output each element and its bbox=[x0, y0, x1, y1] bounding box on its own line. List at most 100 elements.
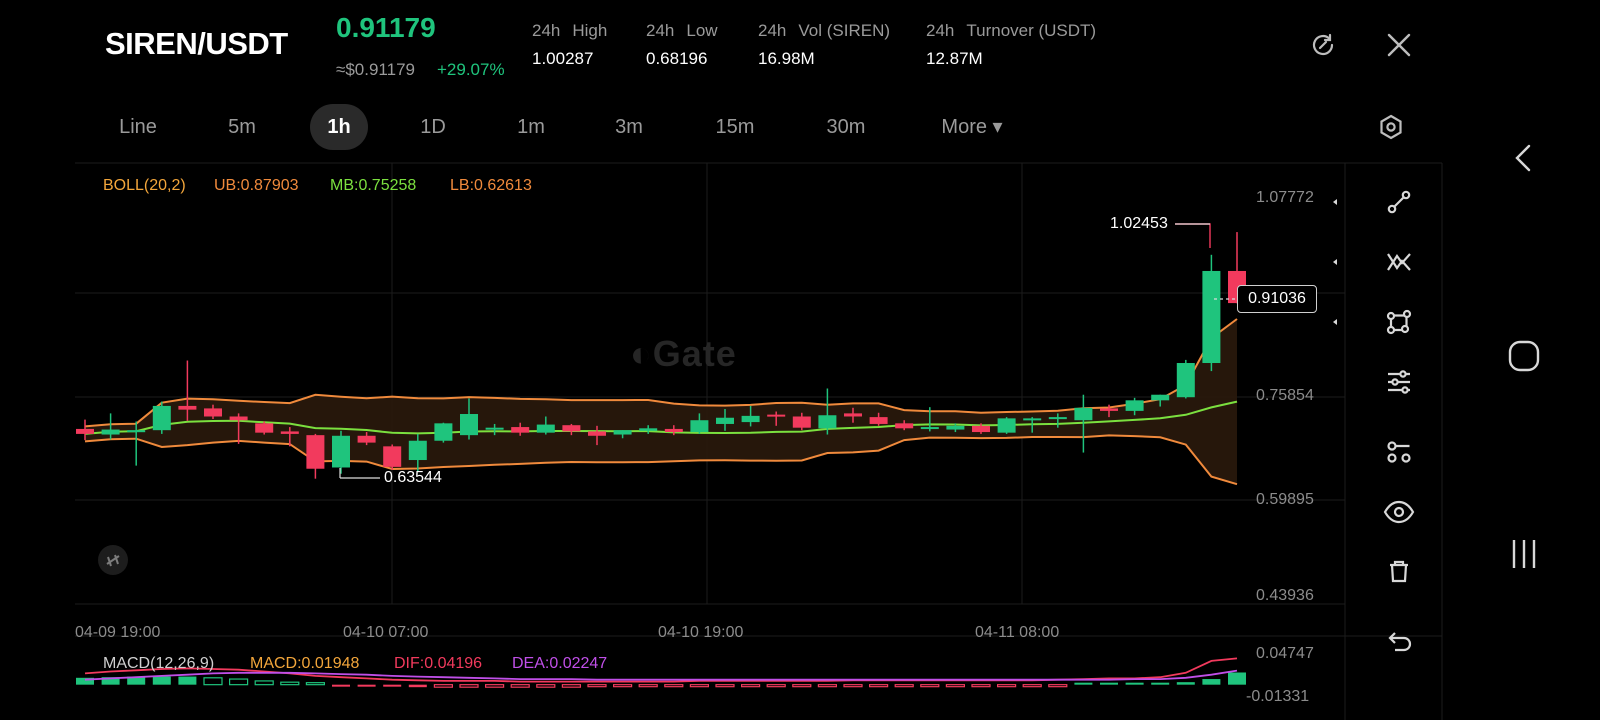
macd-bar bbox=[1125, 682, 1144, 685]
candle-body bbox=[460, 414, 478, 436]
candle-body bbox=[741, 415, 760, 423]
dif-value: DIF:0.04196 bbox=[394, 655, 483, 672]
macd-bar bbox=[638, 684, 658, 688]
candle-body bbox=[664, 428, 683, 433]
multi-line-icon[interactable] bbox=[1379, 242, 1419, 282]
macd-bar bbox=[817, 684, 838, 688]
macd-bar bbox=[792, 684, 812, 688]
candle-body bbox=[844, 413, 862, 417]
macd-bar bbox=[1151, 682, 1170, 685]
time-tick: 04-09 19:00 bbox=[75, 624, 161, 641]
candlestick-chart[interactable] bbox=[0, 0, 1600, 720]
candle-body bbox=[972, 425, 990, 433]
candle-body bbox=[869, 417, 888, 424]
candle-body bbox=[204, 408, 222, 417]
macd-bar bbox=[868, 684, 889, 688]
macd-bar bbox=[1176, 682, 1195, 685]
candle-body bbox=[895, 423, 914, 429]
price-tick: 0.43936 bbox=[1256, 587, 1314, 604]
candle-body bbox=[1151, 394, 1170, 401]
candle-body bbox=[792, 416, 811, 428]
candle-body bbox=[1048, 417, 1067, 420]
time-tick: 04-10 19:00 bbox=[658, 624, 744, 641]
candle-body bbox=[1074, 407, 1093, 421]
candle-body bbox=[511, 427, 530, 433]
trend-line-icon[interactable] bbox=[1355, 182, 1419, 222]
candle bbox=[332, 430, 350, 474]
time-tick: 04-11 08:00 bbox=[975, 624, 1060, 641]
macd-bar bbox=[459, 684, 479, 688]
price-tick: 0.59895 bbox=[1256, 491, 1314, 508]
candle-body bbox=[1100, 408, 1118, 411]
candle bbox=[434, 422, 453, 443]
macd-bar bbox=[561, 684, 582, 688]
macd-bar bbox=[1048, 684, 1068, 688]
candle-body bbox=[818, 415, 837, 429]
price-tick: 1.07772 bbox=[1256, 189, 1314, 206]
macd-bar bbox=[1228, 672, 1246, 685]
last-price-label[interactable]: 0.91036 bbox=[1237, 285, 1317, 313]
back-icon[interactable] bbox=[1506, 140, 1542, 176]
macd-bar bbox=[1100, 682, 1118, 685]
candle-body bbox=[178, 405, 197, 410]
candle-body bbox=[588, 431, 606, 436]
trash-icon[interactable] bbox=[1379, 552, 1419, 592]
macd-bar bbox=[536, 684, 556, 688]
candle-body bbox=[101, 429, 120, 435]
candle bbox=[1176, 359, 1195, 399]
candle-body bbox=[946, 425, 965, 430]
macd-bar bbox=[612, 684, 633, 688]
candle-body bbox=[1125, 400, 1144, 411]
macd-bar bbox=[383, 684, 402, 687]
candle-body bbox=[536, 424, 555, 433]
candle-body bbox=[639, 428, 658, 431]
sliders-icon[interactable] bbox=[1379, 362, 1419, 402]
macd-bar bbox=[254, 680, 274, 686]
candle-body bbox=[690, 420, 709, 433]
candle-body bbox=[1176, 363, 1195, 398]
candle-body bbox=[997, 418, 1016, 433]
macd-tick: -0.01331 bbox=[1246, 688, 1310, 705]
macd-bar bbox=[971, 684, 991, 688]
candle-body bbox=[1202, 270, 1221, 364]
macd-bar bbox=[587, 684, 607, 688]
macd-bar bbox=[152, 676, 171, 685]
boll-ub: UB:0.87903 bbox=[214, 177, 299, 194]
macd-bar bbox=[305, 682, 325, 686]
candle-body bbox=[255, 423, 274, 433]
candle-body bbox=[408, 440, 427, 461]
candle-body bbox=[357, 435, 376, 443]
macd-name: MACD(12,26,9) bbox=[103, 655, 215, 672]
candle-body bbox=[485, 427, 504, 430]
candle bbox=[152, 401, 171, 434]
macd-bar bbox=[1022, 684, 1042, 688]
candle-body bbox=[383, 446, 402, 467]
price-tick: 0.75854 bbox=[1256, 387, 1314, 404]
candle bbox=[997, 417, 1016, 434]
boll-mb: MB:0.75258 bbox=[330, 177, 417, 194]
macd-bar bbox=[332, 684, 350, 687]
candle-body bbox=[562, 425, 581, 432]
macd-bar bbox=[229, 678, 249, 686]
eye-icon[interactable] bbox=[1379, 492, 1419, 532]
macd-bar bbox=[894, 684, 914, 688]
recents-icon[interactable] bbox=[1506, 536, 1542, 572]
macd-bar bbox=[280, 681, 300, 686]
macd-bar bbox=[715, 684, 735, 688]
undo-icon[interactable] bbox=[1379, 622, 1419, 662]
candle bbox=[306, 433, 325, 479]
macd-bar bbox=[920, 684, 940, 688]
home-icon[interactable] bbox=[1506, 338, 1542, 374]
candle-body bbox=[767, 414, 786, 417]
macd-bar bbox=[740, 684, 761, 688]
indicator-icon[interactable] bbox=[1379, 432, 1419, 472]
candle-body bbox=[280, 431, 299, 434]
candle-body bbox=[434, 423, 453, 441]
macd-bar bbox=[766, 684, 786, 688]
macd-bar bbox=[996, 684, 1017, 688]
macd-bar bbox=[945, 684, 966, 688]
reset-view-icon[interactable] bbox=[98, 545, 128, 575]
boll-name: BOLL(20,2) bbox=[103, 177, 186, 194]
shape-icon[interactable] bbox=[1379, 302, 1419, 342]
macd-tick: 0.04747 bbox=[1256, 645, 1314, 662]
